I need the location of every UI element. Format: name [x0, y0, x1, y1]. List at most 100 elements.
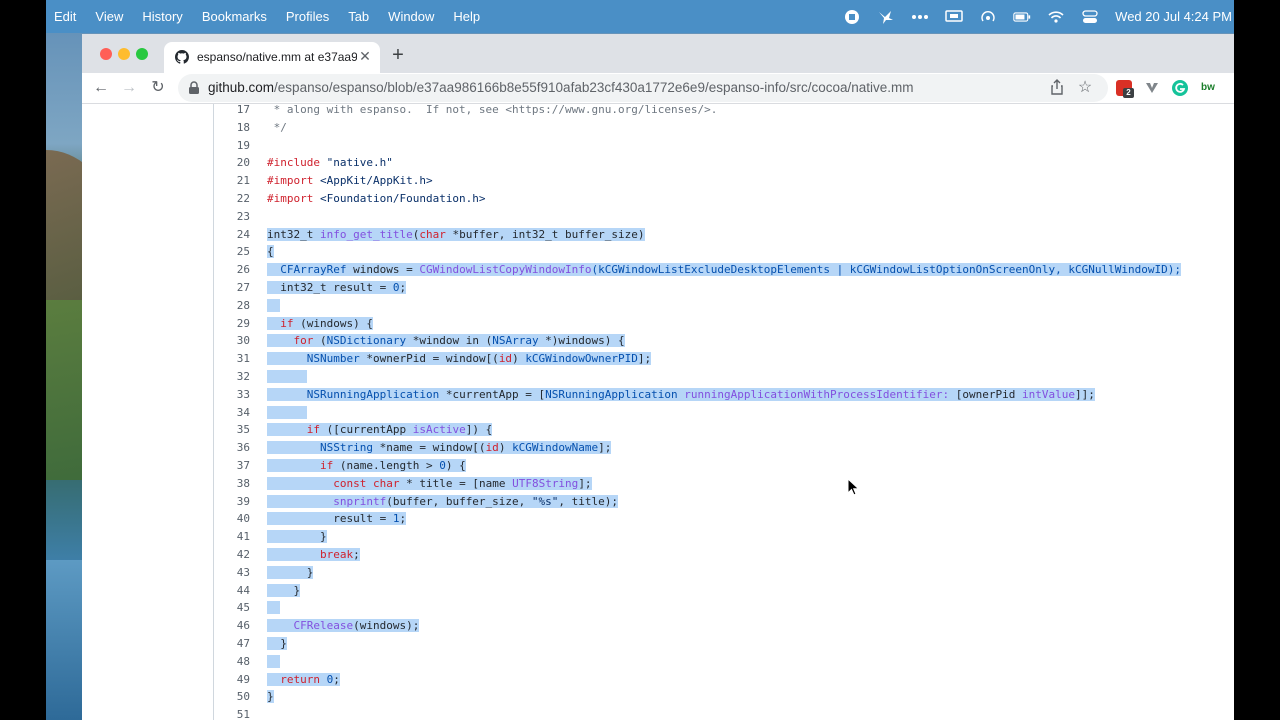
- line-number[interactable]: 27: [214, 279, 250, 297]
- code-line[interactable]: 21 #import <AppKit/AppKit.h>: [82, 172, 1234, 190]
- line-number[interactable]: 38: [214, 475, 250, 493]
- tab-close-icon[interactable]: ✕: [357, 48, 373, 64]
- line-number[interactable]: 43: [214, 564, 250, 582]
- code-line[interactable]: 47 }: [82, 635, 1234, 653]
- grammarly-icon[interactable]: [1172, 80, 1188, 96]
- code-line[interactable]: 51: [82, 706, 1234, 720]
- line-number[interactable]: 20: [214, 154, 250, 172]
- address-bar[interactable]: github.com/espanso/espanso/blob/e37aa986…: [178, 74, 1108, 102]
- code-line[interactable]: 31 NSNumber *ownerPid = window[(id) kCGW…: [82, 350, 1234, 368]
- menu-help[interactable]: Help: [445, 9, 480, 24]
- line-number[interactable]: 29: [214, 315, 250, 333]
- menu-profiles[interactable]: Profiles: [278, 9, 329, 24]
- code-line[interactable]: 41 }: [82, 528, 1234, 546]
- line-number[interactable]: 39: [214, 493, 250, 511]
- line-number[interactable]: 42: [214, 546, 250, 564]
- extension-red-icon[interactable]: 2: [1116, 80, 1134, 98]
- menu-edit[interactable]: Edit: [46, 9, 76, 24]
- menu-view[interactable]: View: [87, 9, 123, 24]
- code-line[interactable]: 43 }: [82, 564, 1234, 582]
- code-line[interactable]: 44 }: [82, 582, 1234, 600]
- menu-window[interactable]: Window: [380, 9, 434, 24]
- display-icon[interactable]: [945, 9, 963, 25]
- extension-bw-icon[interactable]: bw: [1200, 80, 1216, 96]
- line-number[interactable]: 21: [214, 172, 250, 190]
- code-line[interactable]: 36 NSString *name = window[(id) kCGWindo…: [82, 439, 1234, 457]
- control-center-icon[interactable]: [1081, 9, 1099, 25]
- extension-v-icon[interactable]: [1144, 80, 1160, 96]
- line-number[interactable]: 35: [214, 421, 250, 439]
- code-line[interactable]: 27 int32_t result = 0;: [82, 279, 1234, 297]
- menu-history[interactable]: History: [134, 9, 182, 24]
- code-line[interactable]: 50}: [82, 688, 1234, 706]
- line-number[interactable]: 18: [214, 119, 250, 137]
- code-line[interactable]: 32: [82, 368, 1234, 386]
- bird-icon[interactable]: [877, 9, 895, 25]
- bookmark-star-icon[interactable]: ☆: [1076, 77, 1094, 97]
- line-number[interactable]: 41: [214, 528, 250, 546]
- line-number[interactable]: 25: [214, 243, 250, 261]
- close-window-button[interactable]: [100, 48, 112, 60]
- code-line[interactable]: 37 if (name.length > 0) {: [82, 457, 1234, 475]
- code-line[interactable]: 40 result = 1;: [82, 510, 1234, 528]
- url-text[interactable]: github.com/espanso/espanso/blob/e37aa986…: [208, 80, 914, 95]
- line-number[interactable]: 48: [214, 653, 250, 671]
- code-line[interactable]: 17 * along with espanso. If not, see <ht…: [82, 104, 1234, 119]
- line-number[interactable]: 47: [214, 635, 250, 653]
- code-line[interactable]: 30 for (NSDictionary *window in (NSArray…: [82, 332, 1234, 350]
- line-number[interactable]: 36: [214, 439, 250, 457]
- zoom-window-button[interactable]: [136, 48, 148, 60]
- forward-button[interactable]: →: [118, 77, 140, 99]
- menu-tab[interactable]: Tab: [340, 9, 369, 24]
- code-line[interactable]: 48: [82, 653, 1234, 671]
- lock-icon[interactable]: [188, 81, 200, 95]
- airdrop-icon[interactable]: [979, 9, 997, 25]
- reload-button[interactable]: ↻: [147, 77, 169, 99]
- line-number[interactable]: 26: [214, 261, 250, 279]
- code-line[interactable]: 35 if ([currentApp isActive]) {: [82, 421, 1234, 439]
- line-number[interactable]: 17: [214, 104, 250, 119]
- code-line[interactable]: 39 snprintf(buffer, buffer_size, "%s", t…: [82, 493, 1234, 511]
- code-line[interactable]: 20 #include "native.h": [82, 154, 1234, 172]
- code-line[interactable]: 38 const char * title = [name UTF8String…: [82, 475, 1234, 493]
- line-number[interactable]: 45: [214, 599, 250, 617]
- new-tab-button[interactable]: +: [388, 45, 408, 65]
- line-number[interactable]: 34: [214, 404, 250, 422]
- code-line[interactable]: 22 #import <Foundation/Foundation.h>: [82, 190, 1234, 208]
- line-number[interactable]: 31: [214, 350, 250, 368]
- line-number[interactable]: 24: [214, 226, 250, 244]
- code-line[interactable]: 46 CFRelease(windows);: [82, 617, 1234, 635]
- code-line[interactable]: 24 int32_t info_get_title(char *buffer, i…: [82, 226, 1234, 244]
- stop-record-icon[interactable]: [843, 9, 861, 25]
- code-line[interactable]: 33 NSRunningApplication *currentApp = [N…: [82, 386, 1234, 404]
- line-number[interactable]: 44: [214, 582, 250, 600]
- battery-icon[interactable]: [1013, 9, 1031, 25]
- line-number[interactable]: 28: [214, 297, 250, 315]
- line-number[interactable]: 40: [214, 510, 250, 528]
- line-number[interactable]: 33: [214, 386, 250, 404]
- code-line[interactable]: 42 break;: [82, 546, 1234, 564]
- more-dots-icon[interactable]: [911, 9, 929, 25]
- wifi-icon[interactable]: [1047, 9, 1065, 25]
- code-line[interactable]: 19: [82, 137, 1234, 155]
- code-line[interactable]: 25 {: [82, 243, 1234, 261]
- code-line[interactable]: 49 return 0;: [82, 671, 1234, 689]
- line-number[interactable]: 46: [214, 617, 250, 635]
- line-number[interactable]: 32: [214, 368, 250, 386]
- code-line[interactable]: 18 */: [82, 119, 1234, 137]
- line-number[interactable]: 22: [214, 190, 250, 208]
- code-line[interactable]: 29 if (windows) {: [82, 315, 1234, 333]
- back-button[interactable]: ←: [90, 77, 112, 99]
- line-number[interactable]: 30: [214, 332, 250, 350]
- line-number[interactable]: 51: [214, 706, 250, 720]
- tab-native-mm[interactable]: espanso/native.mm at e37aa986 ✕: [164, 42, 380, 73]
- line-number[interactable]: 23: [214, 208, 250, 226]
- line-number[interactable]: 19: [214, 137, 250, 155]
- code-line[interactable]: 23: [82, 208, 1234, 226]
- line-number[interactable]: 37: [214, 457, 250, 475]
- share-icon[interactable]: [1050, 79, 1066, 97]
- code-line[interactable]: 34: [82, 404, 1234, 422]
- code-line[interactable]: 28: [82, 297, 1234, 315]
- code-line[interactable]: 45: [82, 599, 1234, 617]
- minimize-window-button[interactable]: [118, 48, 130, 60]
